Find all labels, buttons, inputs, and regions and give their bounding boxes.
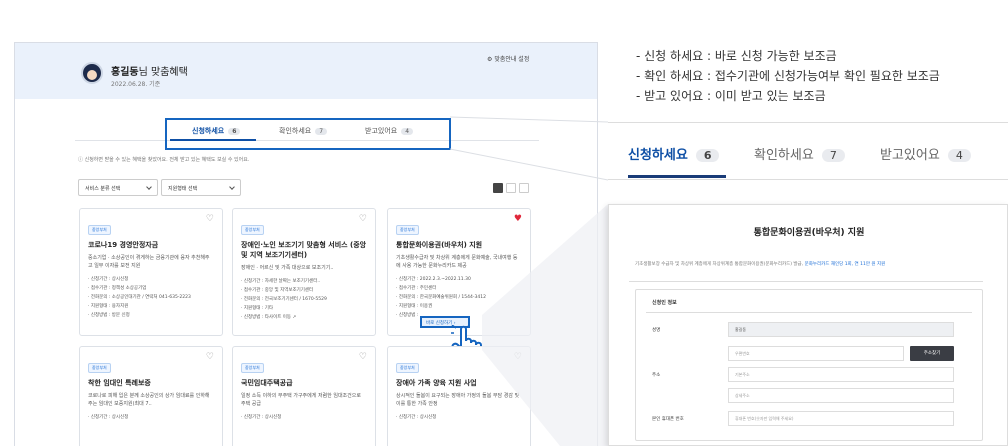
application-detail-panel: 통합문화이용권(바우처) 지원 기초생활보장 수급자 및 차상위 계층에게 차상… [608,204,1008,446]
card-description: 코로나로 피해 입은 분께 소상공인의 상가 임대료를 인하해주는 임대인 보증… [88,393,210,407]
tab-check[interactable]: 확인하세요 7 [754,144,845,163]
tab-label: 신청하세요 [628,148,688,163]
tab-label: 확인하세요 [754,148,814,163]
category-tag: 중앙부처 [396,363,419,373]
card-title: 통합문화이용권(바우처) 지원 [396,241,483,249]
card-description: 일정 소득 이하의 무주택 가구주에게 저렴한 임대조건으로 주택 공급 [241,393,361,407]
name-field[interactable]: 홍길동 [728,322,954,337]
card-info-row: · 신청기간 : 자세한 날짜는 보조기기센터.. [241,279,321,284]
active-tab-indicator [628,175,726,178]
heart-icon[interactable]: ♡ [359,353,367,362]
tabs-highlight-box [165,118,451,150]
detail-description-link[interactable]: 문화누리카드 재인당 1회, 연 11만 원 지원 [805,262,886,267]
benefit-card[interactable]: 중앙부처 ♡ 장애인·노인 보조기기 맞춤형 서비스 (중앙 및 지역 보조기기… [232,208,376,336]
card-description: 기초생활수급자 및 차상위 계층에게 문화예술, 국내여행 등에 사용 가능한 … [396,255,518,269]
address-field[interactable]: 기본주소 [728,367,954,382]
category-tag: 중앙부처 [241,363,264,373]
card-info-row: · 지원형태 : 융자지원 [88,304,129,309]
card-title: 국민임대주택공급 [241,379,293,387]
zoomed-tabs: 신청하세요 6 확인하세요 7 받고있어요 4 [608,122,1008,180]
address-search-button[interactable]: 주소찾기 [910,346,954,361]
card-description: 상시적인 돌봄이 요구되는 장애아 가정의 돌봄 부담 경감 및 이를 통한 가… [396,393,520,407]
tab-count-badge: 7 [821,149,845,162]
guide-settings-label: 맞춤안내 설정 [494,56,530,63]
card-title: 장애아 가족 양육 지원 사업 [396,379,477,387]
explanation-apply: - 신청 하세요 : 바로 신청 가능한 보조금 [636,49,837,63]
category-tag: 중앙부처 [241,225,264,235]
card-info-row: · 신청기간 : 상시신청 [241,415,282,420]
user-name: 홍길동 [111,67,139,78]
heart-filled-icon[interactable]: ♥ [514,215,522,224]
card-info-row[interactable]: · 신청방법 : 타사이트 이동 ↗ [241,313,367,322]
card-info-row: · 신청기간 : 2022.2.3.~2022.11.30 [396,277,471,282]
address-label: 주소 [652,373,661,378]
name-label: 성명 [652,328,661,333]
list-view-icon[interactable] [506,183,516,193]
card-info-row: · 신청기간 : 상시신청 [396,415,437,420]
guide-settings-link[interactable]: ⚙ 맞춤안내 설정 [487,54,529,63]
card-description: 중소기업 · 소상공인이 겪게하는 금융기관에 융자 추천해주고 일부 이자를 … [88,255,210,269]
heart-icon[interactable]: ♡ [206,215,214,224]
applicant-form: 신청인 정보 성명 홍길동 주소 우편번호 주소찾기 기본주소 상세주소 본인 … [635,289,983,441]
tab-count-badge: 6 [695,149,720,162]
info-notice: ⓘ 신청하면 받을 수 있는 혜택을 찾았어요. 전체 받고 있는 혜택도 보실… [78,157,250,163]
tab-count-badge: 4 [947,149,971,162]
benefit-card[interactable]: 중앙부처 ♡ 착한 임대인 특례보증 코로나로 피해 입은 분께 소상공인의 상… [79,346,223,446]
user-name-suffix: 님 맞춤혜택 [138,67,188,78]
card-info-row: · 접수기관 : 주민센터 [396,286,437,291]
heart-icon[interactable]: ♡ [514,353,522,362]
detail-title: 통합문화이용권(바우처) 지원 [753,228,865,238]
table-view-icon[interactable] [519,183,529,193]
zipcode-field[interactable]: 우편번호 [728,346,904,361]
phone-field[interactable]: 휴대폰 번호(숫자만 입력해 주세요) [728,411,954,426]
card-info-row: · 신청방법 : 방문 신청 [88,313,130,318]
service-category-select[interactable]: 서비스 분류 선택 [78,179,158,196]
divider [629,281,983,282]
heart-icon[interactable]: ♡ [359,215,367,224]
support-type-select[interactable]: 지원형태 선택 [161,179,241,196]
section-title: 신청인 정보 [652,300,677,306]
heart-icon[interactable]: ♡ [206,353,214,362]
card-title: 코로나19 경영안정자금 [88,241,159,249]
card-info-row: · 접수기관 : 정책성 소상공기업 [88,286,147,291]
tab-apply[interactable]: 신청하세요 6 [628,144,720,163]
category-tag: 중앙부처 [88,363,111,373]
card-title: 장애인·노인 보조기기 맞춤형 서비스 (중앙 및 지역 보조기기센터) [241,241,367,259]
card-info-row: · 전화문의 : 전국보조기기센터 / 1670-5529 [241,297,327,302]
divider [646,312,972,313]
tab-receiving[interactable]: 받고있어요 4 [880,144,971,163]
card-info-row: · 전화문의 : 소상공인대기관 / 연락처 041-635-2223 [88,295,191,300]
card-title: 착한 임대인 특례보증 [88,379,151,387]
card-info-row: · 지원형태 : 이용권 [396,304,433,309]
benefits-page-screenshot: 홍길동님 맞춤혜택 2022.06.28. 기준 ⚙ 맞춤안내 설정 신청하세요… [14,42,598,446]
phone-label: 본인 휴대폰 번호 [652,417,684,422]
tab-explanations: - 신청 하세요 : 바로 신청 가능한 보조금 - 확인 하세요 : 접수기관… [636,46,940,106]
detail-description: 기초생활보장 수급자 및 차상위 계층에게 차상위계층 통합문화이용권(문화누리… [635,261,885,267]
tab-label: 받고있어요 [880,148,940,163]
reference-date: 2022.06.28. 기준 [111,81,161,88]
benefit-card[interactable]: 중앙부처 ♡ 국민임대주택공급 일정 소득 이하의 무주택 가구주에게 저렴한 … [232,346,376,446]
address-detail-field[interactable]: 상세주소 [728,388,954,403]
detail-description-text: 기초생활보장 수급자 및 차상위 계층에게 차상위계층 통합문화이용권(문화누리… [635,262,804,267]
gear-icon: ⚙ [487,56,493,63]
category-tag: 중앙부처 [396,225,419,235]
card-info-row: · 접수기관 : 중앙 및 지역보조기기센터 [241,288,314,293]
card-info-row: · 신청기간 : 상시신청 [88,415,129,420]
explanation-receiving: - 받고 있어요 : 이미 받고 있는 보조금 [636,89,826,103]
card-info-row: · 지원형태 : 기타 [241,306,274,311]
card-info-row: · 신청기간 : 상시신청 [88,277,129,282]
avatar [81,62,103,84]
explanation-check: - 확인 하세요 : 접수기관에 신청가능여부 확인 필요한 보조금 [636,69,940,83]
grid-view-icon[interactable] [493,183,503,193]
user-greeting: 홍길동님 맞춤혜택 [111,63,188,78]
card-info-row: · 전화문의 : 한국문화예술위원회 / 1544-3412 [396,295,486,300]
category-tag: 중앙부처 [88,225,111,235]
card-description: 장애인 · 어르신 및 가족 대상으로 보조기기.. [241,265,334,271]
benefit-card[interactable]: 중앙부처 ♡ 코로나19 경영안정자금 중소기업 · 소상공인이 겪게하는 금융… [79,208,223,336]
benefit-card[interactable]: 중앙부처 ♡ 장애아 가족 양육 지원 사업 상시적인 돌봄이 요구되는 장애아… [387,346,531,446]
